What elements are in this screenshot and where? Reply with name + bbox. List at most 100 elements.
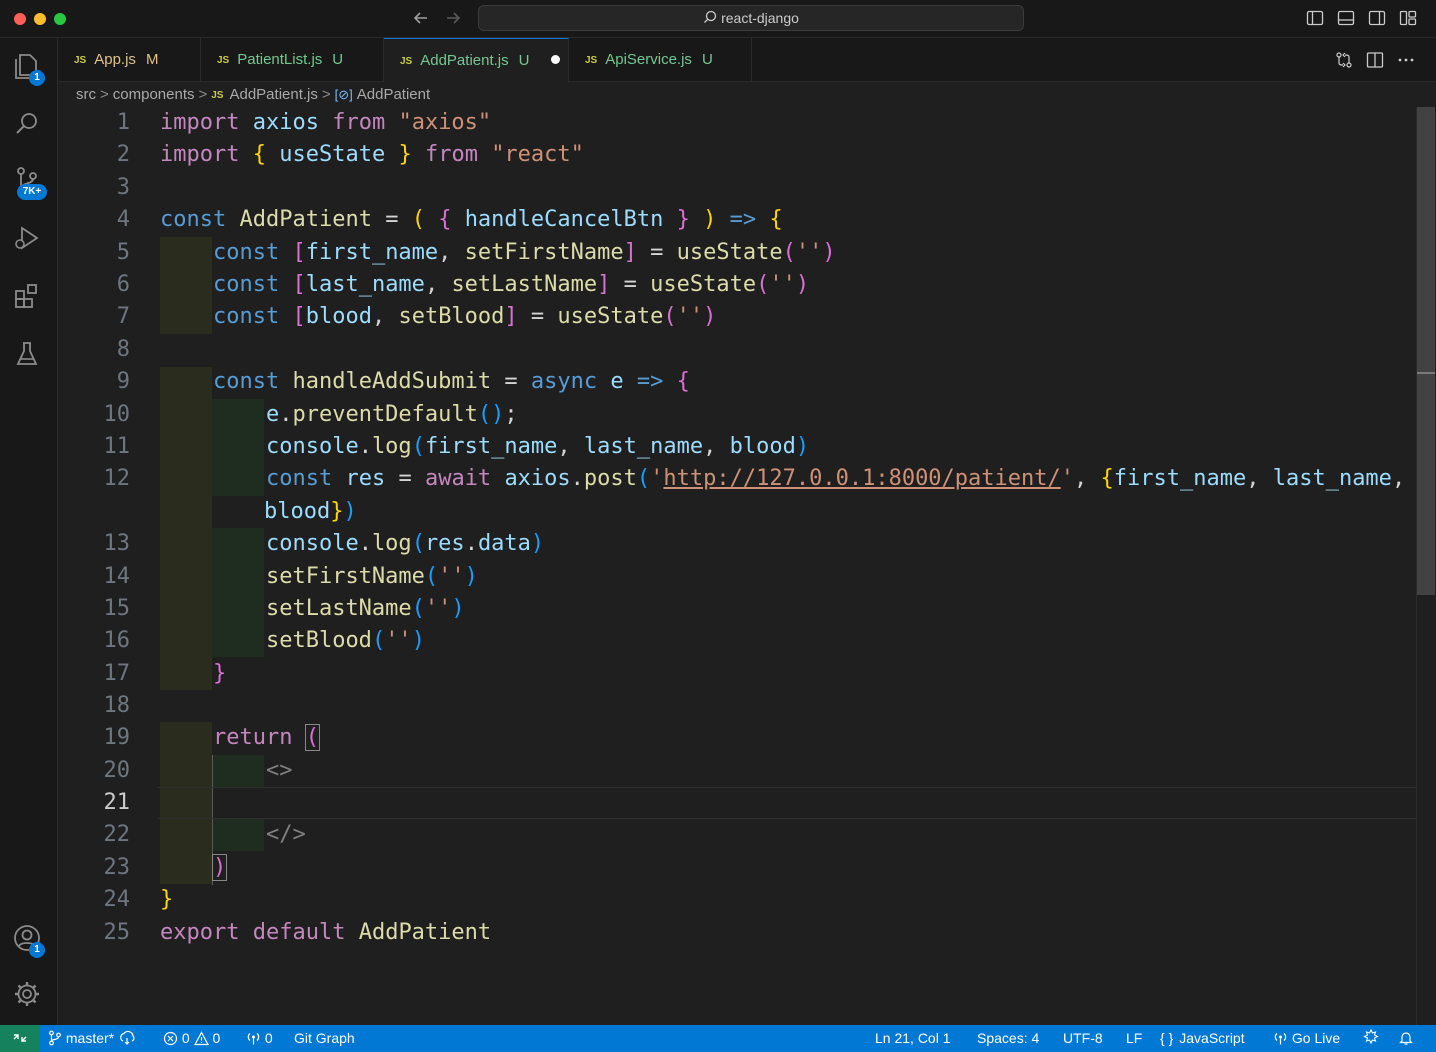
toggle-primary-sidebar-icon[interactable] [1306,9,1324,27]
git-graph-button[interactable]: Git Graph [294,1025,355,1052]
command-center-search[interactable]: react-django [478,5,1024,31]
remote-indicator-icon[interactable] [0,1025,40,1052]
code-line: 14 setFirstName('') [58,561,1436,593]
notifications-bell-icon[interactable] [1398,1025,1414,1052]
tab-app-js[interactable]: JS App.js M [58,38,201,82]
current-line-highlight [158,787,1434,819]
ports-count: 0 [264,1030,273,1046]
sync-icon[interactable] [118,1030,136,1046]
error-count: 0 [181,1030,190,1046]
accounts-badge: 1 [29,942,45,958]
line-number: 18 [103,693,131,718]
line-number: 23 [103,855,131,880]
warning-icon [193,1030,209,1046]
line-number: 22 [103,822,131,847]
ports-status[interactable]: 0 [246,1025,273,1052]
run-debug-icon[interactable] [11,222,47,258]
line-number: 14 [103,564,131,589]
breadcrumb-file[interactable]: AddPatient.js [229,86,317,103]
more-actions-icon[interactable] [1396,50,1416,70]
code-line: 2 import { useState } from "react" [58,139,1436,171]
url-link[interactable]: http://127.0.0.1:8000/patient/ [663,466,1060,491]
open-changes-icon[interactable] [1334,50,1354,70]
line-number: 1 [116,110,130,135]
tab-label: App.js [94,51,136,68]
git-branch-icon [48,1030,62,1046]
code-line: 7 const [blood, setBlood] = useState('') [58,301,1436,333]
tab-label: PatientList.js [237,51,323,68]
tab-patientlist-js[interactable]: JS PatientList.js U [201,38,384,82]
line-number: 4 [116,207,130,232]
code-line: 19 return ( [58,722,1436,754]
unsaved-dot-icon[interactable] [551,55,561,64]
matched-bracket: ( [304,724,320,751]
eol-status[interactable]: LF [1126,1025,1142,1052]
branch-name: master* [65,1030,115,1046]
language-label: JavaScript [1179,1030,1245,1046]
arrow-left-icon[interactable] [411,8,431,28]
code-editor[interactable]: 1 import axios from "axios" 2 import { u… [58,107,1436,1025]
javascript-file-icon: JS [211,90,224,101]
tab-apiservice-js[interactable]: JS ApiService.js U [569,38,752,82]
line-number: 8 [116,337,130,362]
search-icon[interactable] [11,108,47,144]
toggle-secondary-sidebar-icon[interactable] [1368,9,1386,27]
code-line: 11 console.log(first_name, last_name, bl… [58,431,1436,463]
chevron-right-icon: > [100,86,109,103]
line-number: 25 [103,920,131,945]
code-line-current: 21 [58,787,1436,819]
tab-label: AddPatient.js [420,52,509,69]
matched-bracket: ) [211,854,228,881]
window-title: react-django [721,10,799,26]
minimize-window-button[interactable] [34,13,46,25]
chevron-right-icon: > [321,86,331,103]
close-window-button[interactable] [14,13,26,25]
editor-tab-bar: JS App.js M JS PatientList.js U JS AddPatient… [58,38,1436,83]
cursor-position[interactable]: Ln 21, Col 1 [875,1025,951,1052]
maximize-window-button[interactable] [54,13,66,25]
chevron-right-icon: > [198,86,208,103]
git-branch-status[interactable]: master* [48,1025,136,1052]
code-line: 18 [58,690,1436,722]
arrow-right-icon[interactable] [443,8,463,28]
tab-git-status: M [145,51,159,68]
code-line: 13 console.log(res.data) [58,528,1436,560]
line-number: 5 [116,240,130,265]
customize-layout-icon[interactable] [1399,9,1417,27]
warning-count: 0 [212,1030,221,1046]
code-line: 23 ) [58,852,1436,884]
breadcrumb: src > components > JS AddPatient.js > [⊘] AddPat… [76,85,430,105]
line-number: 11 [103,434,131,459]
line-number: 3 [116,175,130,200]
accounts-icon[interactable]: 1 [11,922,47,958]
split-editor-icon[interactable] [1365,50,1385,70]
testing-flask-icon[interactable] [11,338,47,374]
code-line: 6 const [last_name, setLastName] = useSt… [58,269,1436,301]
breadcrumb-components[interactable]: components [113,86,195,103]
manage-gear-icon[interactable] [11,978,47,1014]
language-mode[interactable]: { } JavaScript [1160,1025,1245,1052]
encoding-status[interactable]: UTF-8 [1063,1025,1103,1052]
explorer-icon[interactable]: 1 [11,50,47,86]
tab-addpatient-js[interactable]: JS AddPatient.js U [384,38,569,83]
line-number: 16 [103,628,131,653]
code-line: 20 <> [58,755,1436,787]
breadcrumb-src[interactable]: src [76,86,96,103]
line-number: 24 [103,887,131,912]
source-control-icon[interactable]: 7K+ [11,164,47,200]
problems-status[interactable]: 0 0 [163,1025,220,1052]
tab-git-status: U [518,52,530,69]
code-line: 1 import axios from "axios" [58,107,1436,139]
breadcrumb-symbol[interactable]: AddPatient [357,86,430,103]
code-line: 24 } [58,884,1436,916]
scrollbar-cursor-marker [1417,372,1435,374]
scrollbar-thumb[interactable] [1417,107,1435,595]
code-line: 8 [58,334,1436,366]
extensions-icon[interactable] [11,280,47,316]
toggle-panel-icon[interactable] [1337,9,1355,27]
code-line: 17 } [58,658,1436,690]
indentation-status[interactable]: Spaces: 4 [977,1025,1039,1052]
copilot-icon[interactable] [1362,1025,1380,1052]
go-live-button[interactable]: Go Live [1273,1025,1340,1052]
search-icon [703,7,717,31]
